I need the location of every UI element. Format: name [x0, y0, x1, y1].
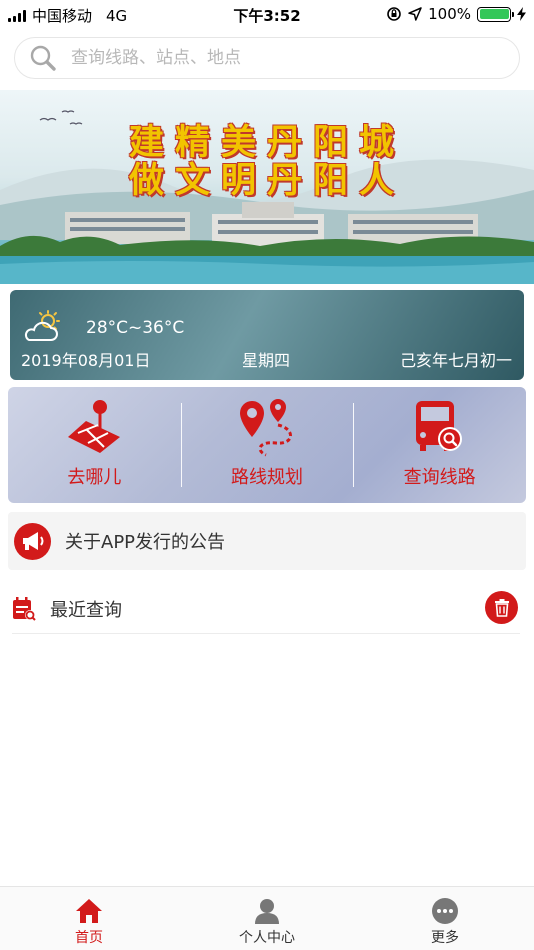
banner-slogan-line2: 做文明丹阳人	[128, 160, 405, 201]
announcement-text: 关于APP发行的公告	[65, 532, 226, 553]
weather-date: 2019年08月01日	[21, 351, 151, 370]
tab-more[interactable]: 更多	[356, 887, 534, 950]
tab-profile-label: 个人中心	[239, 930, 295, 946]
calendar-search-icon	[13, 597, 36, 621]
tab-home[interactable]: 首页	[0, 887, 178, 950]
weather-weekday: 星期四	[242, 351, 291, 370]
home-icon	[76, 899, 102, 923]
trash-icon	[494, 598, 509, 617]
battery-percent: 100%	[428, 5, 471, 23]
weather-card: 28°C~36°C 2019年08月01日 星期四 己亥年七月初一	[10, 290, 524, 380]
recent-queries-title: 最近查询	[50, 600, 122, 621]
user-icon	[255, 899, 279, 924]
action-query-line-label: 查询线路	[403, 467, 476, 488]
action-where-to-label: 去哪儿	[67, 467, 122, 488]
tab-more-label: 更多	[431, 930, 459, 946]
promo-banner[interactable]: 建精美丹阳城 做文明丹阳人	[0, 90, 534, 284]
status-right: 100%	[386, 5, 526, 23]
weather-lunar-date: 己亥年七月初一	[399, 351, 512, 370]
announcement-row[interactable]: 关于APP发行的公告	[8, 512, 526, 570]
battery-icon	[477, 6, 514, 22]
location-arrow-icon	[408, 7, 422, 21]
search-icon	[30, 45, 56, 71]
weather-temperature: 28°C~36°C	[86, 318, 185, 338]
more-icon	[432, 898, 458, 924]
battery-fill	[479, 9, 509, 19]
rotation-lock-icon	[387, 7, 401, 21]
status-bar: 中国移动 4G 下午3:52 100%	[0, 0, 534, 28]
route-icon	[240, 399, 292, 457]
clear-history-button[interactable]	[485, 591, 518, 624]
map-pin-icon	[68, 400, 121, 453]
tab-bar: 首页 个人中心 更多	[0, 886, 534, 950]
quick-actions: 去哪儿 路线规划 查询线路	[8, 387, 526, 503]
recent-queries-header: 最近查询	[12, 585, 520, 634]
partly-cloudy-icon	[24, 310, 60, 341]
charging-bolt-icon	[517, 7, 526, 21]
action-route-plan-label: 路线规划	[231, 467, 303, 488]
action-query-line[interactable]: 查询线路	[353, 387, 526, 503]
bus-search-icon	[415, 401, 462, 451]
action-where-to[interactable]: 去哪儿	[8, 387, 181, 503]
tab-profile[interactable]: 个人中心	[178, 887, 356, 950]
search-bar[interactable]	[14, 37, 520, 79]
megaphone-icon	[14, 522, 51, 560]
tab-home-label: 首页	[75, 930, 103, 946]
search-input[interactable]	[71, 48, 491, 68]
action-route-plan[interactable]: 路线规划	[180, 387, 354, 503]
